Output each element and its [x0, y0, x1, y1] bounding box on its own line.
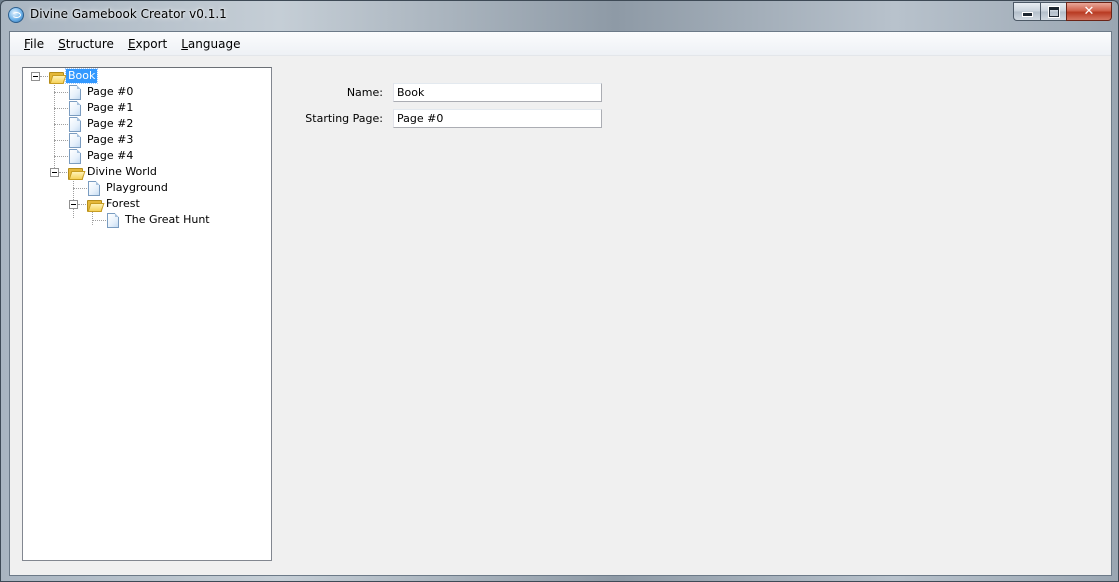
tree-node-label: Page #0 [87, 85, 134, 98]
tree-connector [92, 220, 106, 221]
close-button[interactable]: ✕ [1066, 2, 1112, 21]
tree-node-label: The Great Hunt [125, 213, 210, 226]
tree-connector [54, 92, 68, 93]
tree-connector [54, 156, 68, 157]
name-input[interactable] [393, 83, 602, 102]
page-icon [107, 212, 119, 228]
tree-node-label: Page #1 [87, 101, 134, 114]
page-icon [69, 116, 81, 132]
tree-node-label: Forest [106, 197, 140, 210]
tree-node-book[interactable]: Book [48, 68, 99, 84]
tree-node-page[interactable]: Page #2 [67, 116, 135, 132]
maximize-icon [1048, 6, 1059, 17]
folder-open-icon [86, 198, 102, 212]
menu-bar: File Structure Export Language [10, 32, 1111, 56]
client-area: File Structure Export Language Book Page… [9, 31, 1112, 576]
minimize-button[interactable] [1013, 2, 1040, 21]
tree-node-label: Playground [106, 181, 168, 194]
structure-tree[interactable]: Book Page #0 Page #1 Page #2 Page #3 Pag… [22, 67, 272, 561]
caption-buttons: ✕ [1013, 2, 1112, 21]
menu-structure[interactable]: Structure [53, 33, 123, 55]
tree-node-divine-world[interactable]: Divine World [67, 164, 159, 180]
tree-collapse-toggle[interactable] [50, 168, 59, 177]
menu-file[interactable]: File [10, 33, 53, 55]
tree-node-label: Page #3 [87, 133, 134, 146]
tree-node-label: Page #4 [87, 149, 134, 162]
starting-page-label: Starting Page: [305, 112, 383, 125]
tree-node-the-great-hunt[interactable]: The Great Hunt [105, 212, 212, 228]
window-title: Divine Gamebook Creator v0.1.1 [30, 7, 227, 21]
menu-export[interactable]: Export [123, 33, 176, 55]
tree-node-page[interactable]: Page #4 [67, 148, 135, 164]
tree-collapse-toggle[interactable] [69, 200, 78, 209]
app-window: Divine Gamebook Creator v0.1.1 ✕ File St… [0, 0, 1119, 582]
page-icon [88, 180, 100, 196]
tree-connector [54, 124, 68, 125]
menu-language[interactable]: Language [176, 33, 249, 55]
tree-node-playground[interactable]: Playground [86, 180, 170, 196]
tree-collapse-toggle[interactable] [31, 72, 40, 81]
tree-connector [92, 210, 93, 225]
tree-connector [73, 178, 74, 218]
tree-node-label: Page #2 [87, 117, 134, 130]
name-label: Name: [346, 86, 383, 99]
tree-node-page[interactable]: Page #1 [67, 100, 135, 116]
tree-node-page[interactable]: Page #3 [67, 132, 135, 148]
minimize-icon [1021, 12, 1033, 17]
tree-connector [54, 108, 68, 109]
folder-open-icon [67, 166, 83, 180]
title-bar[interactable]: Divine Gamebook Creator v0.1.1 ✕ [1, 1, 1118, 29]
close-icon: ✕ [1083, 4, 1095, 19]
tree-connector [54, 82, 55, 172]
page-icon [69, 100, 81, 116]
tree-node-label: Book [64, 68, 99, 84]
tree-node-label: Divine World [87, 165, 157, 178]
tree-connector [73, 188, 87, 189]
app-logo-icon[interactable] [8, 7, 24, 23]
folder-open-icon [48, 70, 64, 84]
page-icon [69, 132, 81, 148]
tree-connector [54, 140, 68, 141]
tree-node-page[interactable]: Page #0 [67, 84, 135, 100]
page-icon [69, 148, 81, 164]
starting-page-input[interactable] [393, 109, 602, 128]
maximize-button[interactable] [1040, 2, 1066, 21]
tree-node-forest[interactable]: Forest [86, 196, 142, 212]
page-icon [69, 84, 81, 100]
